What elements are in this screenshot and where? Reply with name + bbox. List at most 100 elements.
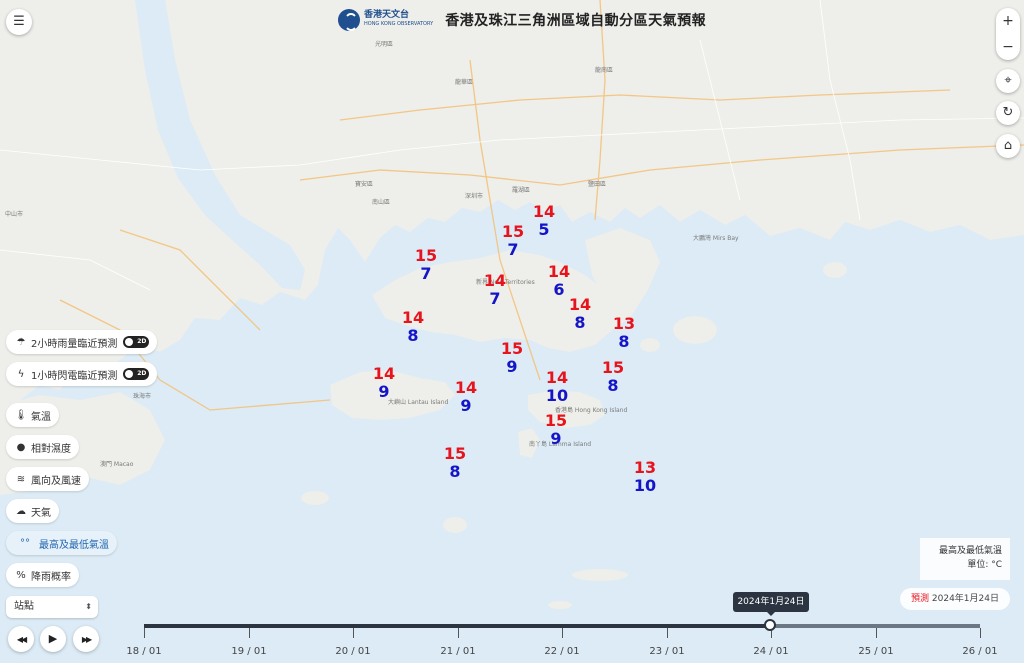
svg-text:大鵬灣 Mirs Bay: 大鵬灣 Mirs Bay bbox=[693, 234, 739, 242]
min-temp-label: 8 bbox=[407, 326, 419, 345]
timeline-tick-label[interactable]: 23 / 01 bbox=[647, 646, 687, 657]
svg-text:光明區: 光明區 bbox=[375, 40, 393, 48]
min-temp-label: 8 bbox=[449, 462, 461, 481]
menu-button[interactable]: ☰ bbox=[6, 9, 32, 35]
timeline-tick-label[interactable]: 21 / 01 bbox=[438, 646, 478, 657]
play-icon: ▶ bbox=[48, 632, 58, 645]
min-temp-label: 10 bbox=[633, 476, 657, 495]
layer-max-min-temp[interactable]: °° 最高及最低氣溫 bbox=[6, 531, 117, 555]
timeline-tick-label[interactable]: 22 / 01 bbox=[542, 646, 582, 657]
timeline-tick bbox=[353, 628, 354, 638]
timeline-tick bbox=[562, 628, 563, 638]
home-icon: ⌂ bbox=[1003, 138, 1013, 153]
chevron-updown-icon: ⬍ bbox=[85, 602, 92, 611]
refresh-icon: ↻ bbox=[1002, 105, 1014, 120]
rewind-button[interactable]: ◀◀ bbox=[8, 626, 34, 652]
header: 香港天文台 HONG KONG OBSERVATORY 香港及珠江三角洲區域自動… bbox=[338, 8, 706, 32]
min-temp-label: 9 bbox=[506, 357, 518, 376]
timeline-tick bbox=[980, 628, 981, 638]
layer-lightning-nowcast[interactable]: ϟ 1小時閃電臨近預測 2D bbox=[6, 362, 158, 386]
home-button[interactable]: ⌂ bbox=[996, 134, 1020, 158]
min-temp-label: 9 bbox=[550, 429, 562, 448]
svg-text:龍華區: 龍華區 bbox=[455, 78, 473, 86]
layer-rain-probability[interactable]: % 降雨概率 bbox=[6, 563, 79, 587]
play-button[interactable]: ▶ bbox=[40, 626, 66, 652]
max-temp-label: 13 bbox=[633, 458, 657, 477]
max-temp-label: 15 bbox=[443, 444, 467, 463]
max-temp-label: 15 bbox=[601, 358, 625, 377]
timeline-tooltip: 2024年1月24日 bbox=[733, 592, 809, 616]
layer-weather[interactable]: ☁ 天氣 bbox=[6, 499, 59, 523]
zoom-in-button[interactable]: + bbox=[996, 8, 1020, 34]
svg-text:澳門 Macao: 澳門 Macao bbox=[100, 460, 134, 468]
min-temp-label: 9 bbox=[378, 382, 390, 401]
timeline-tick-label[interactable]: 18 / 01 bbox=[124, 646, 164, 657]
thermometer-icon: 🌡︎ bbox=[14, 409, 28, 421]
svg-text:鹽田區: 鹽田區 bbox=[588, 180, 606, 188]
lightning-2d-toggle[interactable]: 2D bbox=[123, 368, 150, 380]
page-title: 香港及珠江三角洲區域自動分區天氣預報 bbox=[445, 13, 707, 29]
svg-text:南山區: 南山區 bbox=[372, 198, 390, 206]
timeline-tick-label[interactable]: 20 / 01 bbox=[333, 646, 373, 657]
max-temp-label: 14 bbox=[401, 308, 425, 327]
svg-text:中山市: 中山市 bbox=[5, 210, 23, 218]
svg-text:龍崗區: 龍崗區 bbox=[595, 66, 613, 74]
max-temp-label: 14 bbox=[483, 271, 507, 290]
max-temp-label: 14 bbox=[545, 368, 569, 387]
min-temp-label: 8 bbox=[618, 332, 630, 351]
timeline-tick-label[interactable]: 25 / 01 bbox=[856, 646, 896, 657]
rain-2d-toggle[interactable]: 2D bbox=[123, 336, 150, 348]
map[interactable]: 寶安區 南山區 深圳市 羅湖區 鹽田區 龍崗區 光明區 龍華區 中山市 珠海市 … bbox=[0, 0, 1024, 663]
locate-button[interactable]: ⌖ bbox=[996, 69, 1020, 93]
layer-wind[interactable]: ≋ 風向及風速 bbox=[6, 467, 89, 491]
layer-temperature[interactable]: 🌡︎ 氣溫 bbox=[6, 403, 59, 427]
svg-text:深圳市: 深圳市 bbox=[465, 192, 483, 200]
svg-text:羅湖區: 羅湖區 bbox=[512, 186, 530, 194]
svg-text:寶安區: 寶安區 bbox=[355, 180, 373, 188]
max-temp-label: 13 bbox=[612, 314, 636, 333]
forecast-date-badge: 預測 2024年1月24日 bbox=[900, 588, 1010, 610]
timeline-tick bbox=[876, 628, 877, 638]
legend: 最高及最低氣溫 單位: °C bbox=[920, 538, 1010, 580]
menu-icon: ☰ bbox=[13, 14, 25, 29]
max-temp-label: 15 bbox=[414, 246, 438, 265]
min-temp-label: 5 bbox=[538, 220, 550, 239]
max-temp-label: 14 bbox=[568, 295, 592, 314]
org-name: 香港天文台 HONG KONG OBSERVATORY bbox=[364, 10, 434, 28]
min-temp-label: 8 bbox=[574, 313, 586, 332]
rain-cloud-icon: ☂ bbox=[16, 336, 26, 348]
refresh-button[interactable]: ↻ bbox=[996, 101, 1020, 125]
max-temp-label: 15 bbox=[501, 222, 525, 241]
timeline-progress bbox=[144, 624, 770, 628]
rewind-icon: ◀◀ bbox=[16, 635, 27, 644]
layer-humidity[interactable]: ● 相對濕度 bbox=[6, 435, 79, 459]
hko-logo-icon bbox=[338, 9, 360, 31]
timeline-tick-label[interactable]: 24 / 01 bbox=[751, 646, 791, 657]
max-temp-label: 14 bbox=[454, 378, 478, 397]
thermometer-pair-icon: °° bbox=[20, 537, 30, 549]
max-temp-label: 14 bbox=[372, 364, 396, 383]
timeline-tick bbox=[144, 628, 145, 638]
wind-icon: ≋ bbox=[16, 473, 26, 485]
timeline-tick-label[interactable]: 26 / 01 bbox=[960, 646, 1000, 657]
max-temp-label: 15 bbox=[500, 339, 524, 358]
timeline-tick bbox=[249, 628, 250, 638]
droplet-icon: ● bbox=[16, 441, 26, 453]
sun-cloud-icon: ☁ bbox=[16, 505, 26, 517]
layer-rain-nowcast[interactable]: ☂ 2小時雨量臨近預測 2D bbox=[6, 330, 158, 354]
min-temp-label: 9 bbox=[460, 396, 472, 415]
timeline-tick bbox=[458, 628, 459, 638]
min-temp-label: 7 bbox=[507, 240, 519, 259]
zoom-control: + − bbox=[996, 8, 1020, 60]
timeline-tick-label[interactable]: 19 / 01 bbox=[229, 646, 269, 657]
timeline-tick bbox=[667, 628, 668, 638]
forward-button[interactable]: ▶▶ bbox=[73, 626, 99, 652]
station-select[interactable]: 站點 ⬍ bbox=[6, 596, 98, 618]
lightning-icon: ϟ bbox=[17, 368, 25, 380]
min-temp-label: 8 bbox=[607, 376, 619, 395]
svg-text:珠海市: 珠海市 bbox=[133, 392, 151, 400]
timeline-handle[interactable] bbox=[764, 619, 776, 631]
max-temp-label: 14 bbox=[547, 262, 571, 281]
zoom-out-button[interactable]: − bbox=[996, 34, 1020, 60]
percent-icon: % bbox=[16, 569, 26, 581]
